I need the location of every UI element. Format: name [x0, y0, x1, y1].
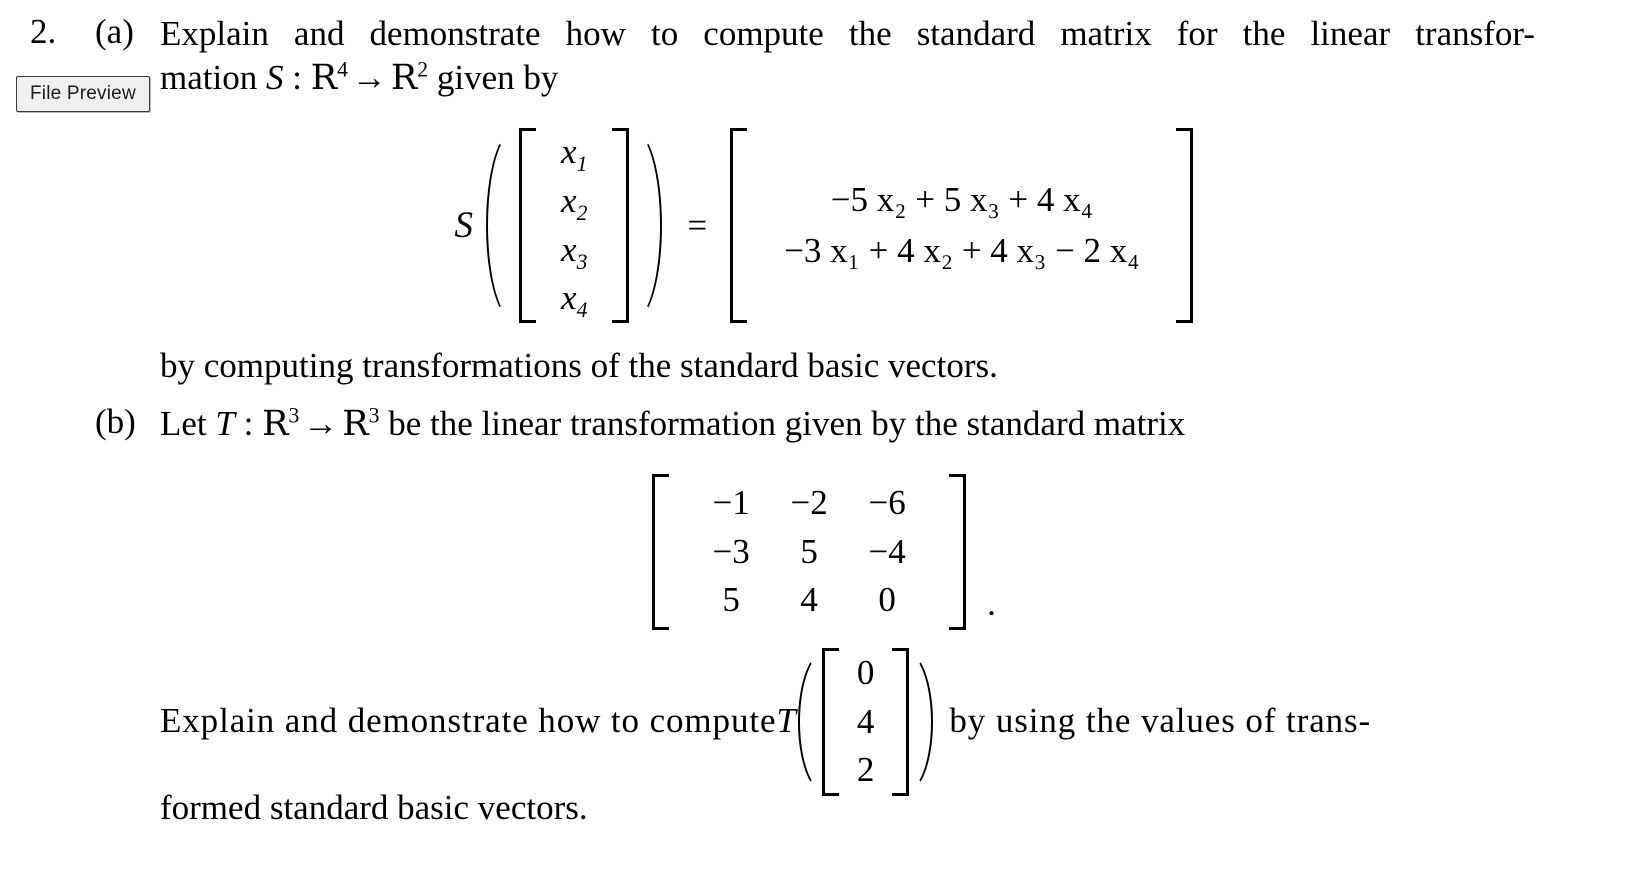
part-b-line1-suffix: be the linear transformation given by th… — [379, 404, 1186, 443]
equation-function-name-s: S — [454, 205, 474, 246]
matrix-cell: −1 — [712, 483, 750, 522]
domain-exponent-a: 4 — [337, 57, 348, 82]
part-a-line-2: mation S : R4 → R2 given by — [160, 56, 558, 101]
vector-cell: 0 — [856, 653, 875, 692]
inline-left-paren — [796, 648, 822, 796]
part-b-last-line: formed standard basic vectors. — [160, 788, 588, 827]
file-preview-tooltip[interactable]: File Preview — [16, 76, 150, 112]
codomain-exponent-b: 3 — [368, 403, 380, 428]
standard-matrix-display: −1 −2 −6 −3 5 −4 5 4 0 . — [0, 474, 1648, 631]
part-a-line-1: Explain and demonstrate how to compute t… — [160, 14, 1535, 53]
arrow-icon-a: → — [351, 58, 387, 97]
matrix-cell: 4 — [800, 580, 818, 620]
output-right-bracket — [1176, 128, 1194, 323]
transform-name-t: T — [215, 404, 235, 443]
part-a-closing-line: by computing transformations of the stan… — [160, 346, 998, 385]
inline-right-paren — [909, 648, 935, 796]
matrix-cell: −4 — [868, 531, 906, 571]
matrix-right-bracket — [949, 474, 967, 631]
matrix-cell: 0 — [878, 580, 896, 620]
equation-s-definition: S x1 x2 x3 x4 = −5 x₂ + 5 x₃ + 4 x₄ −3 x… — [0, 128, 1648, 323]
matrix-trailing-period: . — [987, 584, 996, 624]
equals-sign: = — [687, 205, 708, 245]
inline-transform-name-t: T — [776, 701, 796, 741]
part-b-line-1: Let T : R3 → R3 be the linear transformati… — [160, 402, 1185, 447]
output-left-bracket — [730, 128, 748, 323]
colon-glyph-a: : — [292, 58, 302, 97]
vector-cell: x4 — [561, 278, 588, 323]
right-paren-delimiter — [638, 128, 664, 323]
part-a-label: (a) — [95, 12, 134, 51]
part-b-label: (b) — [95, 402, 136, 441]
part-b-closing-line: Explain and demonstrate how to compute T… — [160, 648, 1535, 796]
input-column-vector: x1 x2 x3 x4 — [545, 128, 603, 323]
vector-cell: x3 — [561, 229, 588, 274]
part-a-line2-prefix: mation — [160, 58, 266, 97]
vector-cell: x2 — [561, 180, 588, 225]
transform-name-s: S — [265, 58, 284, 97]
closing-suffix-text: by using the values of trans- — [949, 701, 1372, 741]
reals-symbol-domain-b: R — [262, 404, 289, 444]
right-bracket-delimiter — [612, 128, 630, 323]
reals-symbol-codomain-b: R — [342, 404, 369, 444]
left-bracket-delimiter — [519, 128, 537, 323]
part-a-line2-suffix: given by — [428, 58, 559, 97]
output-row: −5 x₂ + 5 x₃ + 4 x₄ — [830, 180, 1093, 220]
closing-prefix-text: Explain and demonstrate how to compute — [160, 701, 777, 741]
domain-exponent-b: 3 — [288, 403, 300, 428]
problem-number: 2. — [30, 12, 57, 51]
matrix-cell: −2 — [790, 483, 828, 522]
matrix-left-bracket — [652, 474, 670, 631]
codomain-exponent-a: 2 — [417, 57, 429, 82]
part-b-line1-prefix: Let — [160, 404, 216, 443]
colon-a — [283, 58, 292, 97]
matrix-cell: −6 — [868, 483, 906, 522]
left-paren-delimiter — [484, 128, 510, 323]
matrix-cell: 5 — [722, 580, 740, 620]
document-page: 2. (a) Explain and demonstrate how to co… — [0, 0, 1648, 884]
output-row: −3 x₁ + 4 x₂ + 4 x₃ − 2 x₄ — [784, 230, 1140, 270]
matrix-cell: −3 — [712, 531, 750, 571]
reals-symbol-domain-a: R — [310, 58, 338, 98]
arrow-icon-b: → — [303, 404, 339, 443]
vector-cell: x1 — [561, 132, 588, 176]
vector-cell: 4 — [856, 701, 875, 741]
colon-glyph-b: : — [243, 404, 254, 443]
matrix-cell: 5 — [800, 531, 818, 571]
standard-matrix-t: −1 −2 −6 −3 5 −4 5 4 0 — [678, 474, 940, 630]
input-vector-t: 0 4 2 — [839, 648, 893, 796]
reals-symbol-codomain-a: R — [390, 58, 418, 98]
output-rows: −5 x₂ + 5 x₃ + 4 x₄ −3 x₁ + 4 x₂ + 4 x₃ … — [756, 174, 1167, 277]
vector-cell: 2 — [856, 750, 875, 789]
